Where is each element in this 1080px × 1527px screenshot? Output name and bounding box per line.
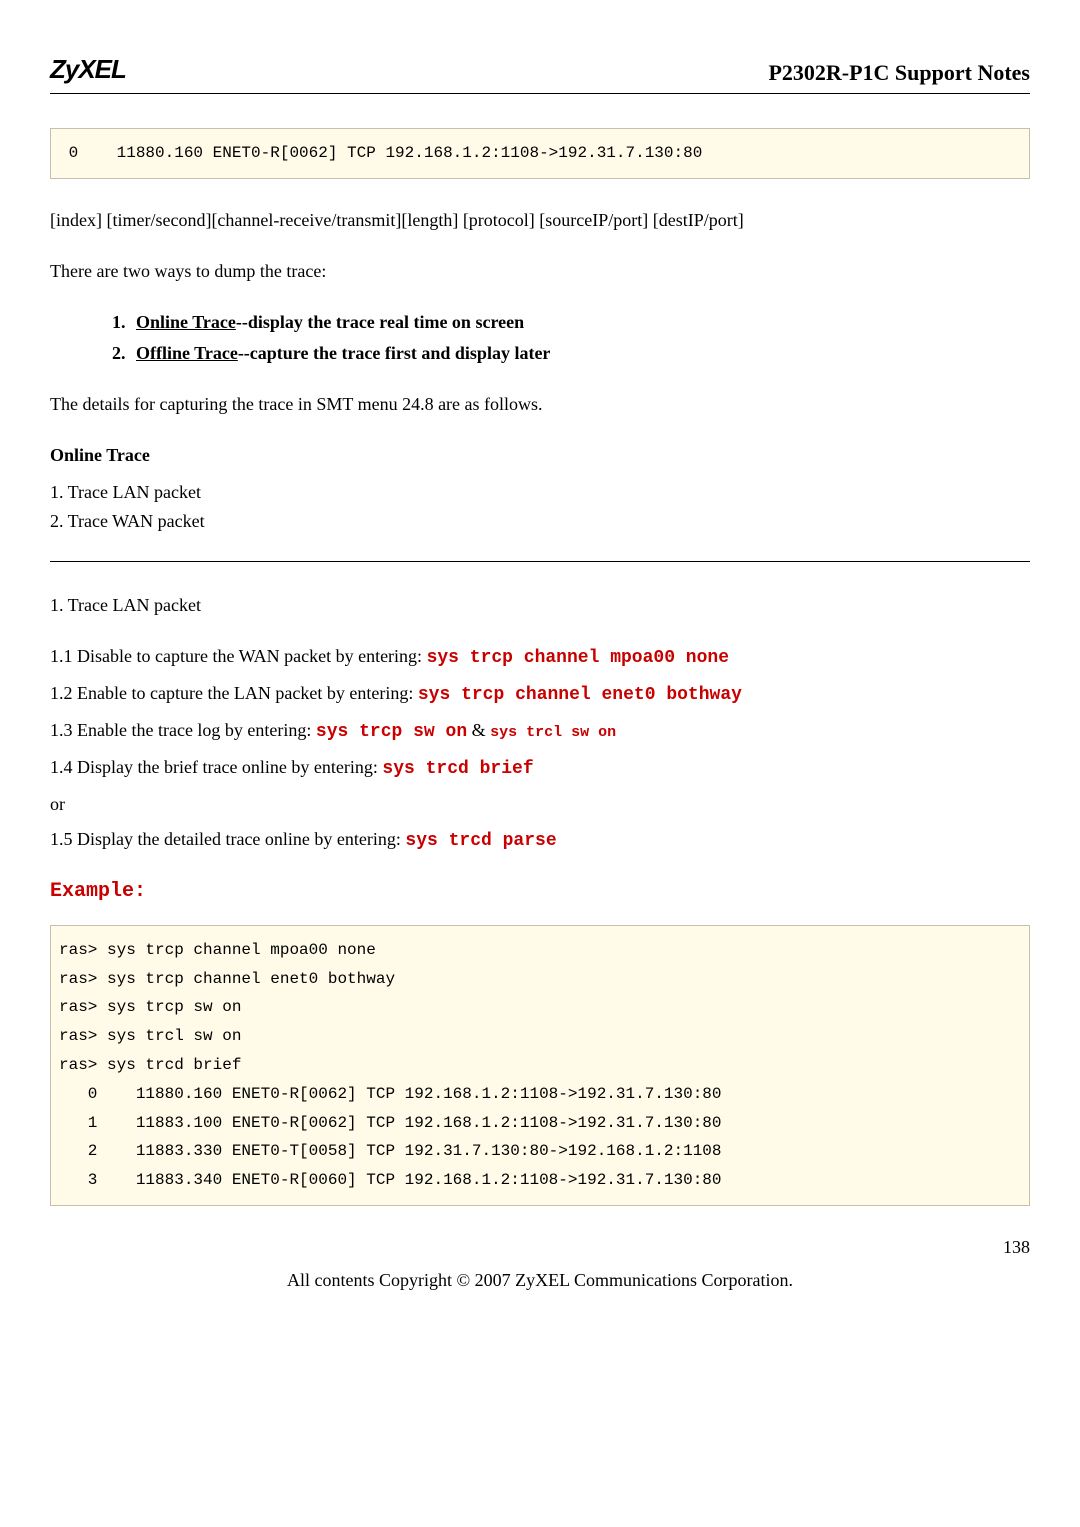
intro-text: There are two ways to dump the trace: <box>50 258 1030 285</box>
page-number: 138 <box>50 1234 1030 1261</box>
section-heading: 1. Trace LAN packet <box>50 592 1030 619</box>
command-text: sys trcp channel enet0 bothway <box>418 685 742 705</box>
step-text: 1.3 Enable the trace log by entering: <box>50 720 316 740</box>
example-code: ras> sys trcp channel mpoa00 none ras> s… <box>50 925 1030 1206</box>
command-text: sys trcp channel mpoa00 none <box>427 648 729 668</box>
step-line: 1.3 Enable the trace log by entering: sy… <box>50 717 1030 746</box>
text-line: 2. Trace WAN packet <box>50 508 1030 535</box>
command-text: sys trcp sw on <box>316 722 467 742</box>
step-text: 1.4 Display the brief trace online by en… <box>50 757 382 777</box>
offline-trace-link[interactable]: Offline Trace <box>136 343 238 363</box>
step-line: 1.4 Display the brief trace online by en… <box>50 754 1030 783</box>
or-text: or <box>50 791 1030 818</box>
doc-title: P2302R-P1C Support Notes <box>768 56 1030 89</box>
step-text: 1.2 Enable to capture the LAN packet by … <box>50 683 418 703</box>
text-line: 1. Trace LAN packet <box>50 479 1030 506</box>
step-line: 1.2 Enable to capture the LAN packet by … <box>50 680 1030 709</box>
step-text: 1.1 Disable to capture the WAN packet by… <box>50 646 427 666</box>
ampersand: & <box>467 720 490 740</box>
command-text: sys trcd brief <box>382 759 533 779</box>
list-item-rest: --display the trace real time on screen <box>236 312 524 332</box>
details-text: The details for capturing the trace in S… <box>50 391 1030 418</box>
copyright-footer: All contents Copyright © 2007 ZyXEL Comm… <box>50 1267 1030 1294</box>
list-item: Offline Trace--capture the trace first a… <box>130 340 1030 367</box>
trace-mode-list: Online Trace--display the trace real tim… <box>50 309 1030 367</box>
logo: ZyXEL <box>50 50 126 89</box>
online-trace-lines: 1. Trace LAN packet 2. Trace WAN packet <box>50 479 1030 535</box>
divider <box>50 561 1030 562</box>
top-trace-code: 0 11880.160 ENET0-R[0062] TCP 192.168.1.… <box>50 128 1030 179</box>
lan-trace-steps: 1.1 Disable to capture the WAN packet by… <box>50 643 1030 855</box>
page-header: ZyXEL P2302R-P1C Support Notes <box>50 50 1030 94</box>
command-text: sys trcd parse <box>405 831 556 851</box>
list-item-rest: --capture the trace first and display la… <box>238 343 551 363</box>
online-trace-heading: Online Trace <box>50 442 1030 469</box>
example-heading: Example: <box>50 877 1030 907</box>
step-text: 1.5 Display the detailed trace online by… <box>50 829 405 849</box>
list-item: Online Trace--display the trace real tim… <box>130 309 1030 336</box>
format-line: [index] [timer/second][channel-receive/t… <box>50 207 1030 234</box>
step-line: 1.1 Disable to capture the WAN packet by… <box>50 643 1030 672</box>
command-text: sys trcl sw on <box>490 724 616 741</box>
step-line: 1.5 Display the detailed trace online by… <box>50 826 1030 855</box>
online-trace-link[interactable]: Online Trace <box>136 312 236 332</box>
